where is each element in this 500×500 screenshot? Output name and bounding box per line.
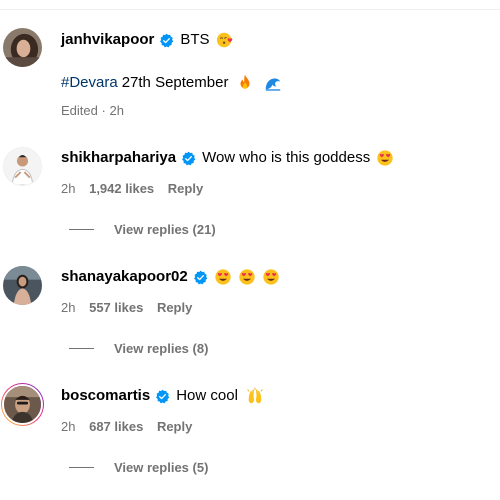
comment-3-text: How cool — [176, 387, 238, 404]
meta-separator: · — [101, 103, 106, 118]
comment-1-view-replies[interactable]: View replies (21) — [61, 222, 216, 237]
avatar-shanayakapoor02[interactable] — [3, 266, 42, 305]
post-meta: Edited · 2h — [61, 103, 124, 119]
heart-eyes-emoji-icon — [238, 268, 256, 286]
comment-3-reply-button[interactable]: Reply — [157, 419, 192, 434]
fire-emoji-icon — [236, 74, 254, 92]
comment-2-meta: 2h 557 likes Reply — [61, 300, 192, 316]
heart-eyes-emoji-icon — [262, 268, 280, 286]
comment-3-meta: 2h 687 likes Reply — [61, 419, 192, 435]
comment-1-reply-button[interactable]: Reply — [168, 181, 203, 196]
post-time: 2h — [109, 103, 124, 118]
post-username[interactable]: janhvikapoor — [61, 30, 154, 50]
avatar-janhvikapoor[interactable] — [3, 28, 42, 67]
comment-2-view-replies[interactable]: View replies (8) — [61, 341, 208, 356]
comment-3-line: boscomartis How cool — [61, 386, 264, 406]
comment-1-line: shikharpahariya Wow who is this goddess — [61, 148, 394, 168]
post-caption-line2: #Devara 27th September — [61, 73, 282, 93]
replies-dash-line — [69, 229, 94, 230]
comment-1-likes[interactable]: 1,942 likes — [89, 181, 154, 196]
comment-1-username[interactable]: shikharpahariya — [61, 148, 176, 168]
comment-1-meta: 2h 1,942 likes Reply — [61, 181, 203, 197]
comment-2-time: 2h — [61, 300, 76, 315]
verified-badge-icon — [193, 270, 208, 285]
heart-eyes-emoji-icon — [214, 268, 232, 286]
top-divider — [0, 9, 500, 10]
raising-hands-emoji-icon — [246, 387, 264, 405]
heart-eyes-emoji-icon — [376, 149, 394, 167]
comment-3-likes[interactable]: 687 likes — [89, 419, 143, 434]
replies-dash-line — [69, 467, 94, 468]
comment-1-time: 2h — [61, 181, 76, 196]
comment-3-username[interactable]: boscomartis — [61, 386, 150, 406]
edited-label: Edited — [61, 103, 98, 118]
comment-1-view-replies-label[interactable]: View replies (21) — [114, 222, 216, 237]
kissing-face-heart-emoji-icon — [216, 31, 234, 49]
verified-badge-icon — [181, 151, 196, 166]
avatar-shikharpahariya[interactable] — [3, 147, 42, 186]
comment-1-text: Wow who is this goddess — [202, 149, 371, 166]
comment-3-view-replies[interactable]: View replies (5) — [61, 460, 208, 475]
post-caption-line1: janhvikapoor BTS — [61, 30, 234, 50]
caption-date-text: 27th September — [121, 74, 229, 91]
comment-2-username[interactable]: shanayakapoor02 — [61, 267, 188, 287]
comment-3-time: 2h — [61, 419, 76, 434]
avatar-boscomartis — [2, 384, 43, 425]
comment-2-line: shanayakapoor02 — [61, 267, 280, 287]
wave-emoji-icon — [264, 74, 282, 92]
comment-2-view-replies-label[interactable]: View replies (8) — [114, 341, 208, 356]
replies-dash-line — [69, 348, 94, 349]
avatar-boscomartis-story-ring[interactable] — [1, 383, 44, 426]
verified-badge-icon — [159, 33, 174, 48]
comment-3-view-replies-label[interactable]: View replies (5) — [114, 460, 208, 475]
post-caption-text: BTS — [180, 31, 210, 48]
hashtag-link[interactable]: #Devara — [61, 73, 118, 93]
comment-2-likes[interactable]: 557 likes — [89, 300, 143, 315]
comment-2-reply-button[interactable]: Reply — [157, 300, 192, 315]
verified-badge-icon — [155, 389, 170, 404]
